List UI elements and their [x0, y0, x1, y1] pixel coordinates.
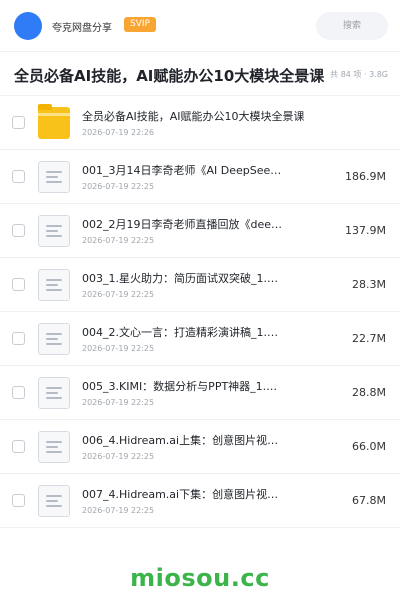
select-checkbox[interactable] [12, 116, 25, 129]
file-size: 137.9M [345, 224, 386, 237]
file-name: 002_2月19日李奇老师直播回放《deepsee… [82, 218, 287, 231]
list-item[interactable]: 002_2月19日李奇老师直播回放《deepsee… 2026-07-19 22… [0, 204, 400, 258]
file-date: 2026-07-19 22:25 [82, 344, 155, 353]
file-date: 2026-07-19 22:25 [82, 182, 155, 191]
page-title: 全员必备AI技能，AI赋能办公10大模块全景课 [14, 67, 324, 85]
file-name: 003_1.星火助力：简历面试双突破_1.mp4 [82, 272, 287, 285]
select-checkbox[interactable] [12, 494, 25, 507]
select-checkbox[interactable] [12, 278, 25, 291]
file-icon [38, 485, 70, 517]
file-icon [38, 269, 70, 301]
avatar[interactable] [14, 12, 42, 40]
file-size: 66.0M [352, 440, 386, 453]
file-date: 2026-07-19 22:25 [82, 290, 155, 299]
select-checkbox[interactable] [12, 386, 25, 399]
list-item[interactable]: 005_3.KIMI：数据分析与PPT神器_1.m… 2026-07-19 22… [0, 366, 400, 420]
file-date: 2026-07-19 22:25 [82, 398, 155, 407]
select-checkbox[interactable] [12, 224, 25, 237]
list-item[interactable]: 006_4.Hidream.ai上集：创意图片视频… 2026-07-19 22… [0, 420, 400, 474]
select-checkbox[interactable] [12, 440, 25, 453]
file-icon [38, 161, 70, 193]
file-size: 67.8M [352, 494, 386, 507]
list-item[interactable]: 003_1.星火助力：简历面试双突破_1.mp4 2026-07-19 22:2… [0, 258, 400, 312]
watermark-text: miosou.cc [130, 564, 270, 592]
file-name: 005_3.KIMI：数据分析与PPT神器_1.m… [82, 380, 287, 393]
list-item[interactable]: 004_2.文心一言：打造精彩演讲稿_1.mp4 2026-07-19 22:2… [0, 312, 400, 366]
list-item[interactable]: 001_3月14日李奇老师《AI DeepSeee… 2026-07-19 22… [0, 150, 400, 204]
title-bar: 全员必备AI技能，AI赋能办公10大模块全景课 共 84 项 · 3.8G [0, 52, 400, 96]
list-item[interactable]: 全员必备AI技能，AI赋能办公10大模块全景课 2026-07-19 22:26 [0, 96, 400, 150]
search-input[interactable]: 搜索 [316, 12, 388, 40]
file-size: 186.9M [345, 170, 386, 183]
select-checkbox[interactable] [12, 170, 25, 183]
app-header: 夸克网盘分享 SVIP 搜索 [0, 0, 400, 52]
file-date: 2026-07-19 22:25 [82, 506, 155, 515]
file-date: 2026-07-19 22:25 [82, 452, 155, 461]
file-name: 001_3月14日李奇老师《AI DeepSeee… [82, 164, 287, 177]
file-date: 2026-07-19 22:26 [82, 128, 155, 137]
file-icon [38, 377, 70, 409]
file-date: 2026-07-19 22:25 [82, 236, 155, 245]
list-item[interactable]: 007_4.Hidream.ai下集：创意图片视频… 2026-07-19 22… [0, 474, 400, 528]
file-name: 006_4.Hidream.ai上集：创意图片视频… [82, 434, 287, 447]
file-size: 22.7M [352, 332, 386, 345]
file-icon [38, 323, 70, 355]
file-icon [38, 431, 70, 463]
brand-label: 夸克网盘分享 [52, 23, 112, 34]
file-size: 28.8M [352, 386, 386, 399]
folder-icon [38, 104, 70, 139]
svip-badge: SVIP [124, 17, 156, 32]
share-meta: 共 84 项 · 3.8G [330, 70, 388, 79]
file-name: 全员必备AI技能，AI赋能办公10大模块全景课 [82, 110, 305, 123]
file-name: 004_2.文心一言：打造精彩演讲稿_1.mp4 [82, 326, 287, 339]
file-list: 全员必备AI技能，AI赋能办公10大模块全景课 2026-07-19 22:26… [0, 96, 400, 528]
select-checkbox[interactable] [12, 332, 25, 345]
file-icon [38, 215, 70, 247]
file-size: 28.3M [352, 278, 386, 291]
file-name: 007_4.Hidream.ai下集：创意图片视频… [82, 488, 287, 501]
